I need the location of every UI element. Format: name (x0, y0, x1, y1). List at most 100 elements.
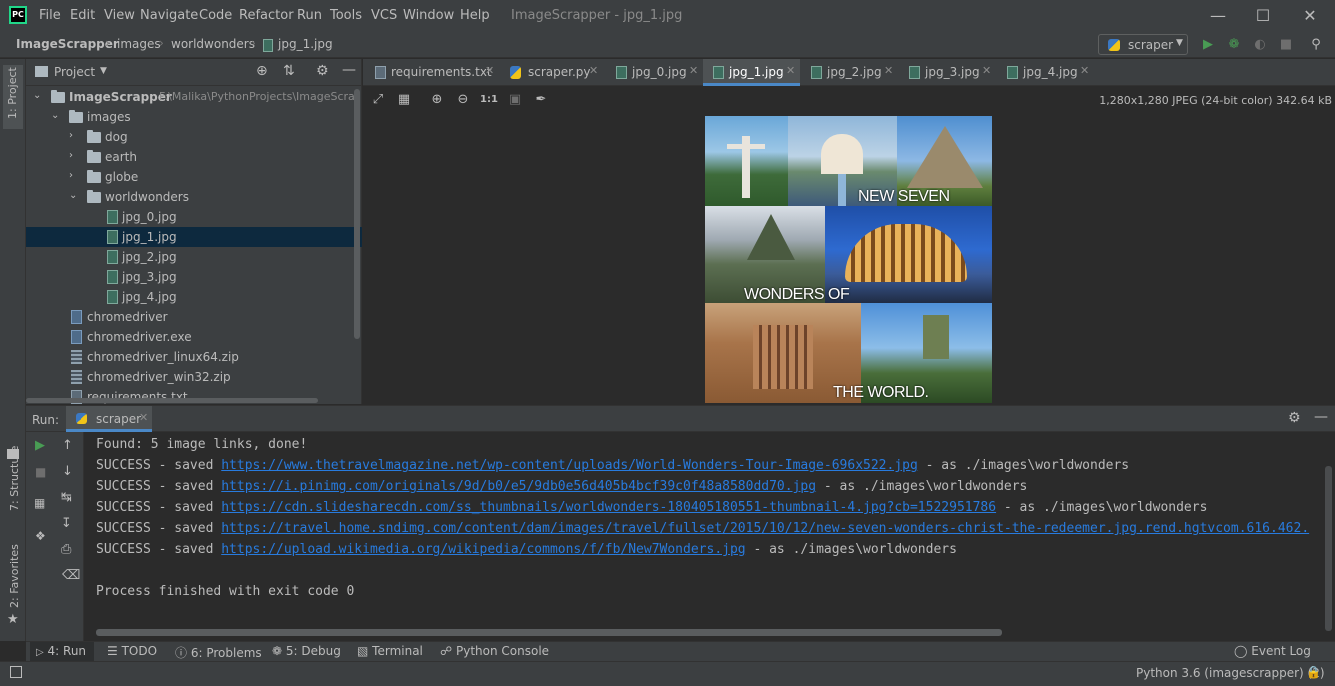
run-configuration-select[interactable]: scraper ▼ (1098, 34, 1188, 55)
zoom-out-icon[interactable]: ⊖ (455, 92, 471, 107)
pin-icon[interactable]: ❖ (35, 529, 46, 543)
hide-panel-icon[interactable]: — (1314, 409, 1328, 425)
tree-file-jpg-0[interactable]: jpg_0.jpg (26, 207, 362, 227)
tab-jpg-1[interactable]: jpg_1.jpg ✕ (703, 59, 800, 86)
tree-file-chromedriver-linux64-zip[interactable]: chromedriver_linux64.zip (26, 347, 362, 367)
star-icon[interactable]: ★ (7, 612, 19, 627)
tree-file-chromedriver-exe[interactable]: chromedriver.exe (26, 327, 362, 347)
menu-edit[interactable]: Edit (70, 8, 95, 23)
gear-icon[interactable]: ⚙ (316, 63, 329, 79)
menu-help[interactable]: Help (460, 8, 490, 23)
breadcrumb-worldwonders[interactable]: worldwonders (171, 37, 255, 51)
tree-file-chromedriver-win32-zip[interactable]: chromedriver_win32.zip (26, 367, 362, 387)
tree-file-chromedriver[interactable]: chromedriver (26, 307, 362, 327)
zoom-in-icon[interactable]: ⊕ (429, 92, 445, 107)
tab-requirements-txt[interactable]: requirements.txt ✕ (367, 59, 499, 86)
tree-folder-worldwonders[interactable]: ⌄ worldwonders (26, 187, 362, 207)
menu-tools[interactable]: Tools (330, 8, 362, 23)
fit-to-window-icon[interactable]: ⤢ (370, 92, 386, 107)
stop-icon[interactable]: ■ (1278, 37, 1294, 53)
tree-folder-dog[interactable]: › dog (26, 127, 362, 147)
menu-file[interactable]: File (39, 8, 61, 23)
stop-icon[interactable]: ■ (35, 465, 46, 479)
close-icon[interactable]: ✕ (1300, 6, 1320, 26)
horizontal-scrollbar[interactable] (26, 398, 318, 403)
scroll-down-icon[interactable]: ↓ (62, 464, 73, 479)
console-link[interactable]: https://www.thetravelmagazine.net/wp-con… (221, 458, 918, 473)
actual-size-button[interactable]: 1:1 (480, 94, 498, 105)
scroll-to-end-icon[interactable]: ↧ (61, 516, 72, 531)
search-icon[interactable]: ⚲ (1308, 37, 1324, 53)
close-tab-icon[interactable]: ✕ (1080, 64, 1089, 77)
tree-folder-globe[interactable]: › globe (26, 167, 362, 187)
tree-folder-images[interactable]: ⌄ images (26, 107, 362, 127)
chevron-down-icon[interactable]: ▼ (100, 66, 107, 76)
rerun-icon[interactable]: ▶ (35, 438, 45, 453)
horizontal-scrollbar[interactable] (96, 629, 1002, 636)
lock-icon[interactable]: 🔒 (1306, 665, 1321, 679)
minimize-icon[interactable]: — (1208, 6, 1228, 26)
menu-run[interactable]: Run (297, 8, 322, 23)
locate-icon[interactable]: ⊕ (256, 63, 268, 79)
close-tab-icon[interactable]: ✕ (689, 64, 698, 77)
collapse-all-icon[interactable]: ⇅ (283, 63, 295, 79)
color-picker-icon[interactable]: ✒ (533, 92, 549, 107)
console-link[interactable]: https://upload.wikimedia.org/wikipedia/c… (221, 542, 745, 557)
run-tab-scraper[interactable]: scraper ✕ (66, 406, 152, 432)
breadcrumb-file[interactable]: jpg_1.jpg (278, 37, 333, 51)
menu-navigate[interactable]: Navigate (140, 8, 198, 23)
close-tab-icon[interactable]: ✕ (485, 64, 494, 77)
background-icon[interactable]: ▣ (507, 92, 523, 107)
run-icon[interactable]: ▶ (1200, 37, 1216, 53)
soft-wrap-icon[interactable]: ↹ (61, 490, 72, 505)
breadcrumb-images[interactable]: images (117, 37, 161, 51)
structure-tool-label[interactable]: 7: Structure (8, 446, 21, 511)
close-tab-icon[interactable]: ✕ (589, 64, 598, 77)
tab-jpg-2[interactable]: jpg_2.jpg ✕ (801, 59, 897, 86)
project-panel-title[interactable]: Project (54, 65, 95, 79)
toggle-tool-windows-icon[interactable] (10, 666, 22, 678)
console-output[interactable]: Found: 5 image links, done! SUCCESS - sa… (85, 432, 1335, 641)
tree-file-jpg-4[interactable]: jpg_4.jpg (26, 287, 362, 307)
print-icon[interactable]: ⎙ (61, 542, 71, 557)
tool-run-tab[interactable]: ▷ 4: Run (30, 642, 94, 661)
trash-icon[interactable]: ⌫ (62, 568, 80, 583)
favorites-tool-label[interactable]: 2: Favorites (8, 544, 21, 608)
close-tab-icon[interactable]: ✕ (982, 64, 991, 77)
close-tab-icon[interactable]: ✕ (884, 64, 893, 77)
tree-file-jpg-3[interactable]: jpg_3.jpg (26, 267, 362, 287)
vertical-scrollbar[interactable] (354, 89, 360, 339)
tab-jpg-0[interactable]: jpg_0.jpg ✕ (606, 59, 702, 86)
menu-vcs[interactable]: VCS (371, 8, 397, 23)
close-tab-icon[interactable]: ✕ (786, 64, 795, 77)
debug-icon[interactable]: ❁ (1226, 37, 1242, 53)
event-log-button[interactable]: ◯ Event Log (1234, 644, 1311, 658)
menu-view[interactable]: View (104, 8, 135, 23)
breadcrumb-project[interactable]: ImageScrapper (16, 37, 119, 51)
close-tab-icon[interactable]: ✕ (139, 411, 148, 424)
menu-refactor[interactable]: Refactor (239, 8, 294, 23)
vertical-scrollbar[interactable] (1325, 466, 1332, 631)
layout-icon[interactable]: ▦ (34, 496, 45, 510)
maximize-icon[interactable]: ☐ (1253, 6, 1273, 26)
menu-code[interactable]: Code (199, 8, 232, 23)
tree-file-jpg-1[interactable]: jpg_1.jpg (26, 227, 362, 247)
tool-debug-tab[interactable]: ❁ 5: Debug (272, 644, 341, 658)
project-tool-button[interactable]: 1: Project (3, 65, 23, 129)
tool-python-console-tab[interactable]: ☍ Python Console (440, 644, 549, 658)
tool-todo-tab[interactable]: ☰ TODO (107, 644, 157, 658)
grid-icon[interactable]: ▦ (396, 92, 412, 107)
tree-folder-earth[interactable]: › earth (26, 147, 362, 167)
tool-problems-tab[interactable]: ⓘ 6: Problems (175, 644, 262, 661)
console-link[interactable]: https://travel.home.sndimg.com/content/d… (221, 521, 1309, 536)
tree-root[interactable]: ⌄ ImageScrapper F:\Malika\PythonProjects… (26, 87, 362, 107)
tab-jpg-3[interactable]: jpg_3.jpg ✕ (899, 59, 995, 86)
tab-scraper-py[interactable]: scraper.py ✕ (502, 59, 602, 86)
python-interpreter[interactable]: Python 3.6 (imagescrapper) (2) (1136, 666, 1325, 680)
gear-icon[interactable]: ⚙ (1288, 410, 1301, 426)
console-link[interactable]: https://cdn.slidesharecdn.com/ss_thumbna… (221, 500, 996, 515)
console-link[interactable]: https://i.pinimg.com/originals/9d/b0/e5/… (221, 479, 816, 494)
coverage-icon[interactable]: ◐ (1252, 37, 1268, 53)
hide-panel-icon[interactable]: — (342, 62, 356, 78)
scroll-up-icon[interactable]: ↑ (62, 438, 73, 453)
